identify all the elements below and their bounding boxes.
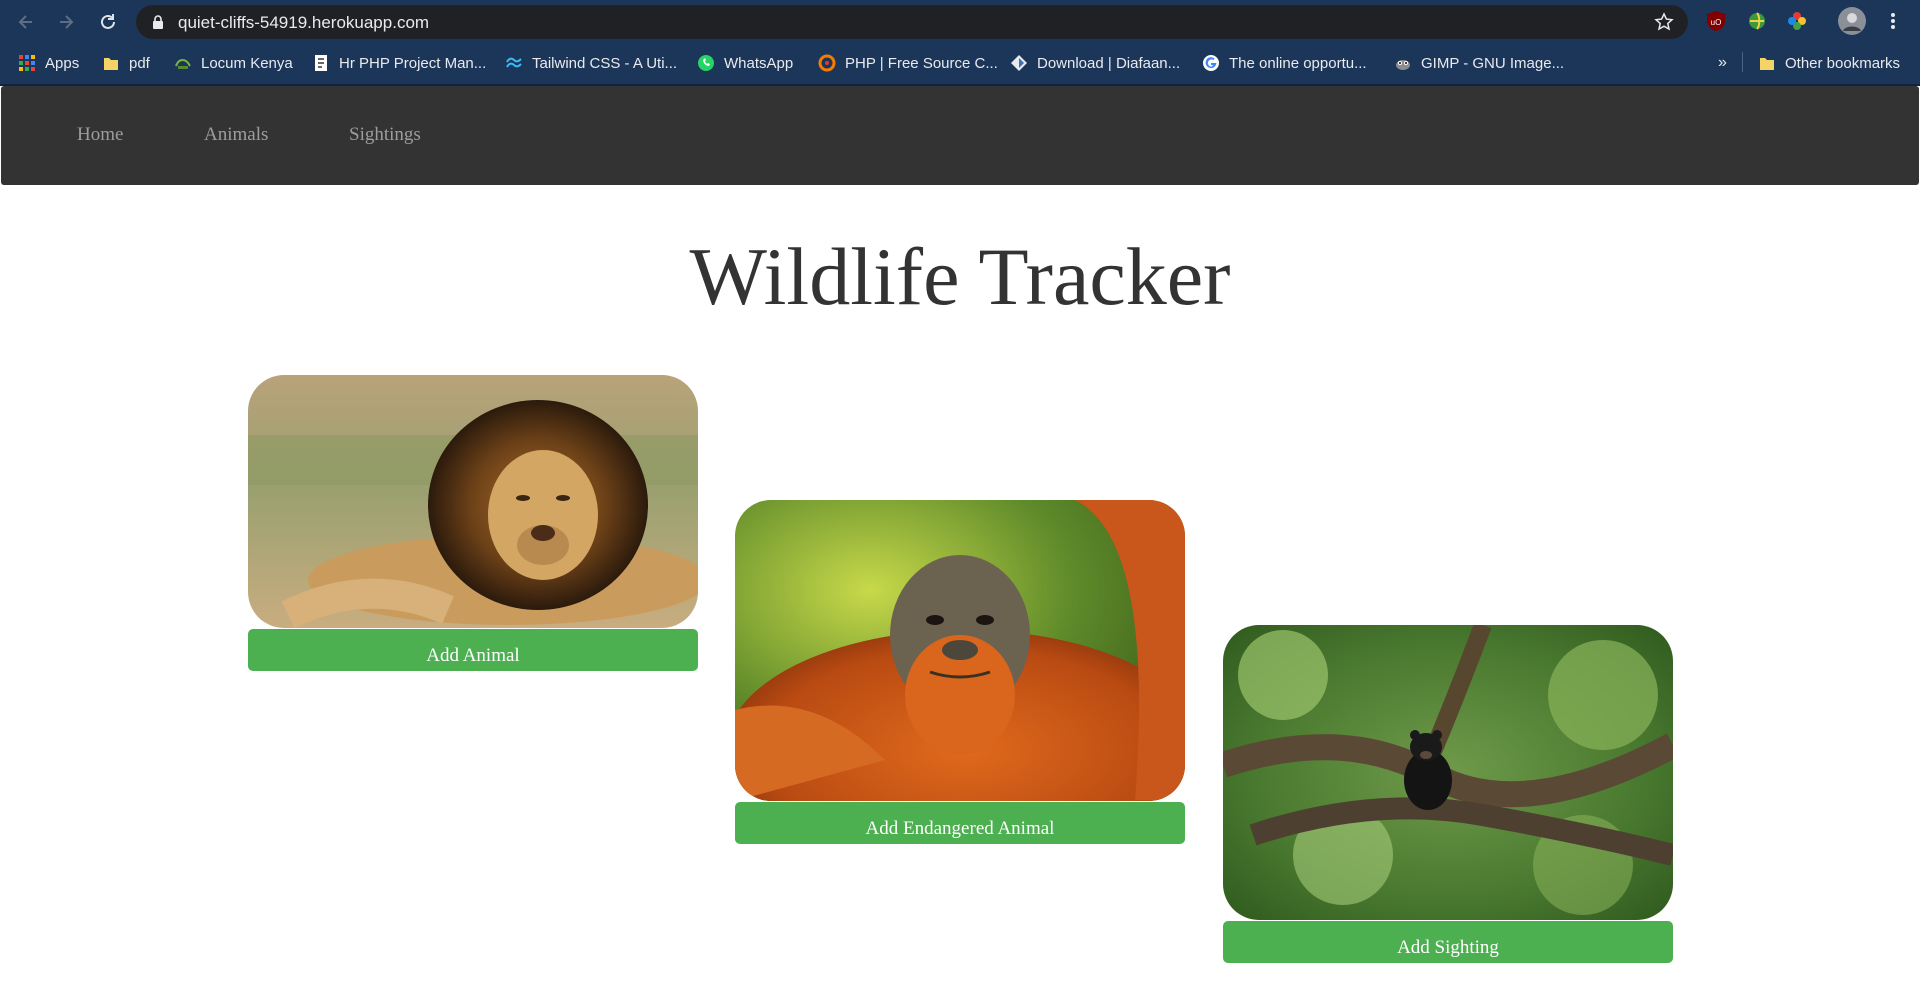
bookmark-apps[interactable]: Apps (18, 52, 79, 74)
svg-text:uO: uO (1711, 18, 1722, 27)
reload-button[interactable] (96, 10, 120, 34)
document-icon (315, 55, 327, 71)
bookmark-other[interactable]: Other bookmarks (1758, 52, 1900, 74)
arrow-left-icon (18, 15, 32, 29)
browser-chrome: quiet-cliffs-54919.herokuapp.com uO Apps (0, 0, 1920, 86)
bookmark-label: WhatsApp (724, 54, 794, 72)
nav-link-sightings[interactable]: Sightings (349, 124, 421, 146)
bookmark-label: The online opportu... (1229, 54, 1367, 72)
overflow-chevron-icon: » (1718, 54, 1727, 71)
bookmarks-bar: Apps pdf Locum Kenya Hr PHP Project Man.… (0, 44, 1920, 80)
bookmarks-overflow-button[interactable]: » (1718, 52, 1727, 74)
bookmark-tailwind[interactable]: Tailwind CSS - A Uti... (505, 52, 677, 74)
bookmark-locum-kenya[interactable]: Locum Kenya (174, 52, 293, 74)
bookmark-php-free-source[interactable]: PHP | Free Source C... (818, 52, 998, 74)
card-sighting: Add Sighting (1223, 625, 1673, 963)
bookmark-divider (1742, 52, 1743, 72)
bookmark-label: Hr PHP Project Man... (339, 54, 487, 72)
lion-photo (248, 375, 698, 628)
bookmark-label: Tailwind CSS - A Uti... (532, 54, 678, 72)
bookmark-label: Download | Diafaan... (1037, 54, 1181, 72)
add-animal-button[interactable]: Add Animal (248, 629, 698, 671)
bookmark-label: GIMP - GNU Image... (1421, 54, 1565, 72)
arrow-right-icon (60, 15, 74, 29)
back-button[interactable] (14, 10, 38, 34)
address-bar[interactable]: quiet-cliffs-54919.herokuapp.com (136, 5, 1688, 39)
nav-link-animals[interactable]: Animals (204, 124, 268, 146)
browser-toolbar: quiet-cliffs-54919.herokuapp.com uO (0, 0, 1920, 44)
bookmark-label: Locum Kenya (201, 54, 293, 72)
add-sighting-button[interactable]: Add Sighting (1223, 921, 1673, 963)
site-navbar: Home Animals Sightings (1, 86, 1919, 185)
profile-avatar[interactable] (1838, 7, 1866, 35)
bookmark-hr-php[interactable]: Hr PHP Project Man... (312, 52, 486, 74)
reload-icon (101, 14, 115, 29)
bookmark-diafaan[interactable]: Download | Diafaan... (1010, 52, 1180, 74)
page-title: Wildlife Tracker (689, 231, 1231, 322)
lock-icon (153, 15, 163, 29)
folder-icon (1760, 58, 1774, 70)
ublock-extension-icon[interactable]: uO (1705, 10, 1727, 32)
bookmark-label: Other bookmarks (1785, 54, 1901, 72)
orangutan-photo (735, 500, 1185, 801)
bear-in-tree-photo (1223, 625, 1673, 920)
globe-extension-icon[interactable] (1746, 10, 1768, 32)
php-source-icon (818, 54, 836, 72)
whatsapp-icon (698, 55, 714, 71)
diafaan-icon (1011, 55, 1027, 71)
color-picker-extension-icon[interactable] (1786, 10, 1808, 32)
bookmark-label: PHP | Free Source C... (845, 54, 998, 72)
url-text: quiet-cliffs-54919.herokuapp.com (178, 13, 430, 32)
bookmark-pdf[interactable]: pdf (102, 52, 150, 74)
apps-grid-icon (19, 55, 35, 71)
tailwind-icon (506, 57, 522, 68)
locum-logo-icon (175, 59, 191, 69)
bookmark-label: pdf (129, 54, 150, 72)
folder-icon (104, 58, 118, 70)
forward-button[interactable] (54, 10, 78, 34)
bookmark-label: Apps (45, 54, 80, 72)
bookmark-online-opportunity[interactable]: The online opportu... (1202, 52, 1367, 74)
bookmark-whatsapp[interactable]: WhatsApp (697, 52, 793, 74)
bookmark-gimp[interactable]: GIMP - GNU Image... (1394, 52, 1564, 74)
add-endangered-animal-button[interactable]: Add Endangered Animal (735, 802, 1185, 844)
nav-link-home[interactable]: Home (77, 124, 123, 146)
google-icon (1203, 55, 1219, 71)
star-icon[interactable] (1654, 12, 1674, 32)
menu-kebab-icon[interactable] (1882, 10, 1904, 32)
card-endangered-animal: Add Endangered Animal (735, 500, 1185, 844)
card-animal: Add Animal (248, 375, 698, 671)
gimp-icon (1396, 60, 1410, 70)
